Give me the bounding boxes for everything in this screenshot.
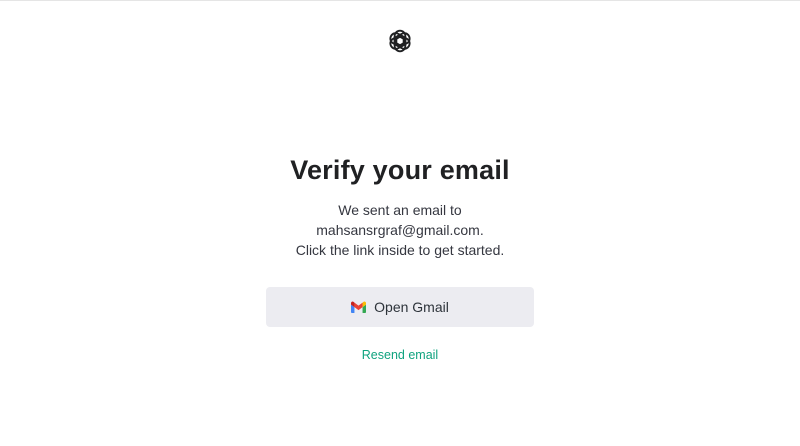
email-address: mahsansrgraf@gmail.com. <box>316 222 484 238</box>
open-gmail-button[interactable]: Open Gmail <box>266 287 534 327</box>
page-title: Verify your email <box>290 155 510 185</box>
description-line-3: Click the link inside to get started. <box>295 242 505 258</box>
openai-logo-icon <box>386 27 414 55</box>
verify-email-page: Verify your email We sent an email to ma… <box>0 0 800 446</box>
description-line-1: We sent an email to <box>338 202 462 218</box>
resend-email-container: Resend email <box>0 348 800 362</box>
gmail-icon <box>351 301 367 313</box>
resend-email-link[interactable]: Resend email <box>362 348 438 362</box>
open-gmail-label: Open Gmail <box>374 299 449 315</box>
verify-description: We sent an email to mahsansrgraf@gmail.c… <box>0 200 800 260</box>
